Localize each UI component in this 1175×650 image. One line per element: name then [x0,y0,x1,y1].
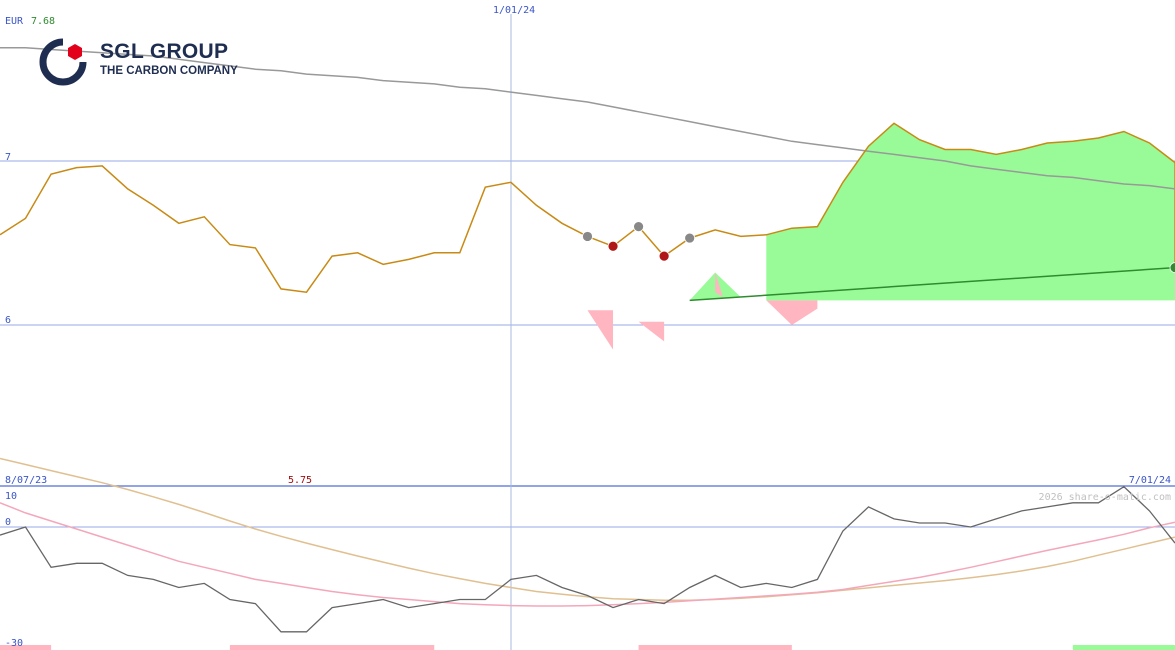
company-logo: SGL GROUP THE CARBON COMPANY [38,38,248,86]
osc-tick-10: 10 [5,491,17,502]
last-value-label: 7.68 [31,16,55,27]
marker-gray [633,221,644,233]
currency-label: EUR [5,16,24,27]
low-value-label: 5.75 [288,475,312,486]
loss-area-1 [587,310,614,350]
marker-gray [582,231,593,242]
volume-bar [1072,645,1175,650]
end-date-label: 7/01/24 [1129,475,1171,486]
sgl-logo-icon [39,38,87,86]
volume-strip [0,645,1175,650]
volume-bar [229,645,435,650]
gain-loss-fills [587,123,1175,350]
osc-tick-0: 0 [5,517,11,528]
loss-area-4 [766,300,818,325]
oscillator-line [0,485,1175,633]
marker-red [658,250,670,262]
oscillator-signal-tan-line [0,457,1175,602]
logo-title: SGL GROUP [100,40,229,63]
marker-gray [684,232,696,244]
gridline-label-7: 7 [5,152,11,163]
chart-gridlines [0,14,1175,650]
volume-bar [638,645,792,650]
marker-red [607,240,619,252]
start-date-label: 8/07/23 [5,475,47,486]
loss-area-2 [638,321,665,342]
stock-chart: EUR 7.68 1/01/24 7 6 8/07/23 5.75 7/01/2… [0,5,1175,650]
osc-tick-minus-30: -30 [5,638,23,649]
logo-subtitle: THE CARBON COMPANY [100,65,238,77]
gridline-label-6: 6 [5,315,11,326]
date-marker-label: 1/01/24 [493,5,535,16]
watermark: 2026 share-o-matic.com [1039,492,1171,503]
